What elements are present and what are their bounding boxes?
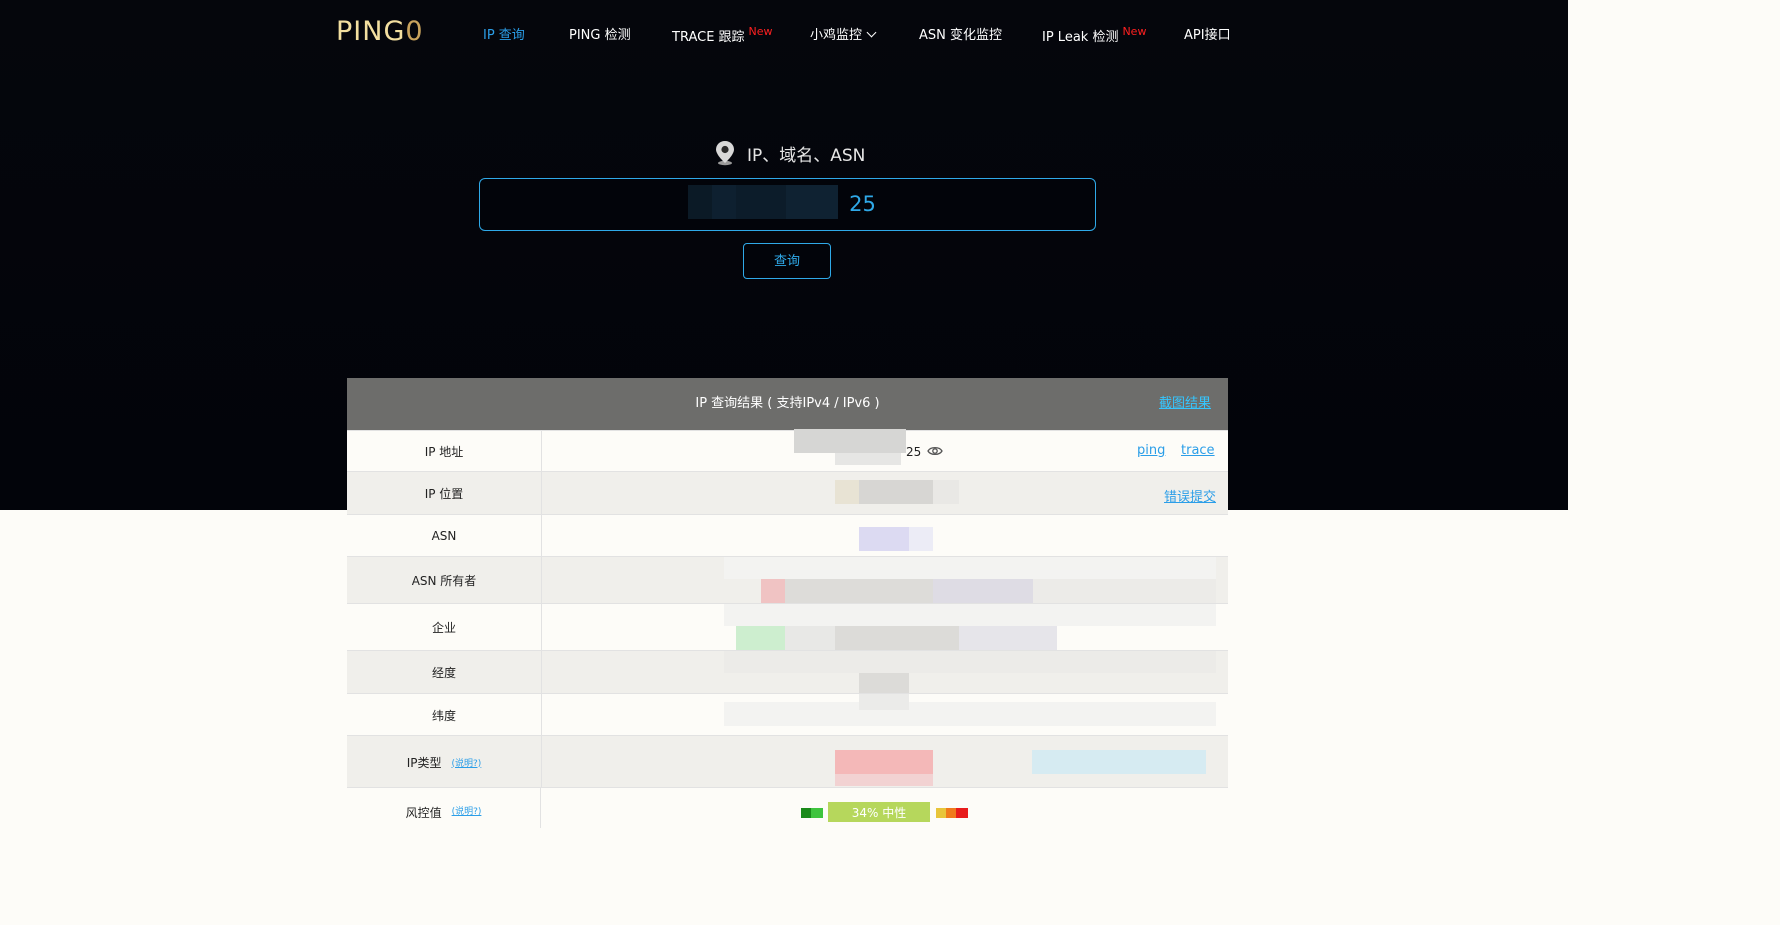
row-company: 企业 bbox=[347, 603, 1228, 651]
redaction-block bbox=[1033, 579, 1216, 603]
redaction-block bbox=[835, 750, 933, 774]
redaction-block bbox=[959, 626, 1057, 650]
redaction-block bbox=[1032, 750, 1206, 774]
row-value bbox=[542, 515, 1228, 557]
nav-ip-leak[interactable]: IP Leak 检测 New bbox=[1042, 25, 1147, 45]
redaction-block bbox=[909, 527, 933, 551]
ip-type-help-link[interactable]: (说明?) bbox=[451, 756, 481, 769]
nav-label: IP 查询 bbox=[483, 28, 525, 43]
row-risk: 风控值 (说明?) 34% 中性 bbox=[347, 787, 1228, 828]
row-label: ASN 所有者 bbox=[347, 557, 542, 604]
new-badge: New bbox=[748, 25, 773, 38]
redaction-block bbox=[736, 626, 785, 650]
row-asn-owner: ASN 所有者 bbox=[347, 556, 1228, 604]
search-label-text: IP、域名、ASN bbox=[747, 145, 866, 166]
nav-ip-query[interactable]: IP 查询 bbox=[483, 24, 525, 43]
nav-label: TRACE 跟踪 bbox=[672, 30, 745, 45]
redaction-block bbox=[785, 626, 835, 650]
nav-label: ASN 变化监控 bbox=[919, 28, 1003, 43]
row-label-text: IP类型 bbox=[406, 755, 442, 770]
nav-ping[interactable]: PING 检测 bbox=[569, 24, 631, 43]
row-asn: ASN bbox=[347, 514, 1228, 557]
redaction-block bbox=[835, 453, 901, 465]
result-panel: IP 查询结果 ( 支持IPv4 / IPv6 ) 截图结果 IP 地址 25 … bbox=[347, 378, 1228, 828]
row-ip-location: IP 位置 错误提交 bbox=[347, 471, 1228, 515]
trace-link[interactable]: trace bbox=[1181, 443, 1215, 458]
row-label: IP类型 (说明?) bbox=[347, 736, 542, 788]
nav-trace[interactable]: TRACE 跟踪 New bbox=[672, 25, 773, 45]
risk-scale-green-dark bbox=[801, 808, 811, 818]
redaction-block bbox=[835, 626, 959, 650]
redaction-block bbox=[724, 604, 1216, 626]
row-value bbox=[542, 604, 1228, 651]
row-value: 25 ping trace bbox=[542, 429, 1228, 472]
redaction-block bbox=[859, 694, 909, 710]
redaction-block bbox=[933, 480, 959, 504]
risk-scale-yellow bbox=[936, 808, 946, 818]
row-label-text: 风控值 bbox=[405, 806, 442, 820]
row-label: ASN bbox=[347, 515, 542, 557]
redaction-block bbox=[859, 673, 909, 693]
redaction-block bbox=[933, 579, 1033, 603]
redaction-block bbox=[761, 579, 785, 603]
row-ip-address: IP 地址 25 ping trace bbox=[347, 429, 1228, 472]
redaction-block bbox=[724, 702, 1216, 726]
row-value bbox=[542, 651, 1228, 694]
nav-label: PING 检测 bbox=[569, 28, 631, 43]
nav-api[interactable]: API接口 bbox=[1184, 24, 1231, 43]
risk-scale-green bbox=[811, 808, 823, 818]
redaction-block bbox=[835, 774, 933, 786]
row-label: IP 地址 bbox=[347, 431, 542, 472]
redaction-block bbox=[859, 480, 933, 504]
nav-label: API接口 bbox=[1184, 28, 1231, 43]
row-value: 34% 中性 bbox=[542, 788, 1228, 828]
risk-scale-red bbox=[956, 808, 968, 818]
redaction-block bbox=[724, 557, 1216, 579]
row-longitude: 经度 bbox=[347, 650, 1228, 694]
search-value: 25 bbox=[480, 179, 1095, 230]
redaction-block bbox=[835, 480, 859, 504]
risk-score-badge: 34% 中性 bbox=[828, 802, 930, 822]
row-label: 风控值 (说明?) bbox=[347, 788, 541, 828]
screenshot-result-link[interactable]: 截图结果 bbox=[1159, 378, 1211, 430]
new-badge: New bbox=[1122, 25, 1147, 38]
query-button[interactable]: 查询 bbox=[743, 243, 831, 279]
location-pin-icon bbox=[716, 141, 734, 166]
search-input[interactable]: 25 bbox=[479, 178, 1096, 231]
row-value bbox=[542, 736, 1228, 788]
row-ip-type: IP类型 (说明?) bbox=[347, 735, 1228, 788]
row-value bbox=[542, 557, 1228, 604]
row-label: 企业 bbox=[347, 604, 542, 651]
ip-value-visible: 25 bbox=[906, 445, 922, 459]
redaction-block bbox=[785, 579, 933, 603]
search-label: IP、域名、ASN bbox=[714, 140, 865, 166]
nav-label: 小鸡监控 bbox=[810, 28, 863, 43]
top-nav: IP 查询 PING 检测 TRACE 跟踪 New 小鸡监控 ASN 变化监控 … bbox=[0, 22, 1568, 48]
ping-link[interactable]: ping bbox=[1137, 443, 1165, 458]
row-label: 经度 bbox=[347, 651, 542, 694]
redaction-block bbox=[724, 651, 1216, 673]
search-value-text: 25 bbox=[849, 192, 876, 216]
row-latitude: 纬度 bbox=[347, 693, 1228, 736]
nav-vps-monitor[interactable]: 小鸡监控 bbox=[810, 24, 877, 43]
row-label: 纬度 bbox=[347, 694, 542, 736]
result-title: IP 查询结果 ( 支持IPv4 / IPv6 ) bbox=[695, 396, 880, 411]
error-report-link[interactable]: 错误提交 bbox=[1164, 486, 1216, 505]
nav-label: IP Leak 检测 bbox=[1042, 30, 1119, 45]
result-header: IP 查询结果 ( 支持IPv4 / IPv6 ) 截图结果 bbox=[347, 378, 1228, 430]
row-value: 错误提交 bbox=[542, 472, 1228, 515]
eye-icon[interactable] bbox=[927, 445, 943, 457]
row-value bbox=[542, 694, 1228, 736]
row-label: IP 位置 bbox=[347, 472, 542, 515]
risk-help-link[interactable]: (说明?) bbox=[452, 804, 482, 817]
nav-asn-monitor[interactable]: ASN 变化监控 bbox=[919, 24, 1002, 43]
redaction-block bbox=[794, 429, 906, 453]
risk-scale-orange bbox=[946, 808, 956, 818]
redaction-block bbox=[859, 527, 909, 551]
chevron-down-icon bbox=[866, 27, 877, 38]
